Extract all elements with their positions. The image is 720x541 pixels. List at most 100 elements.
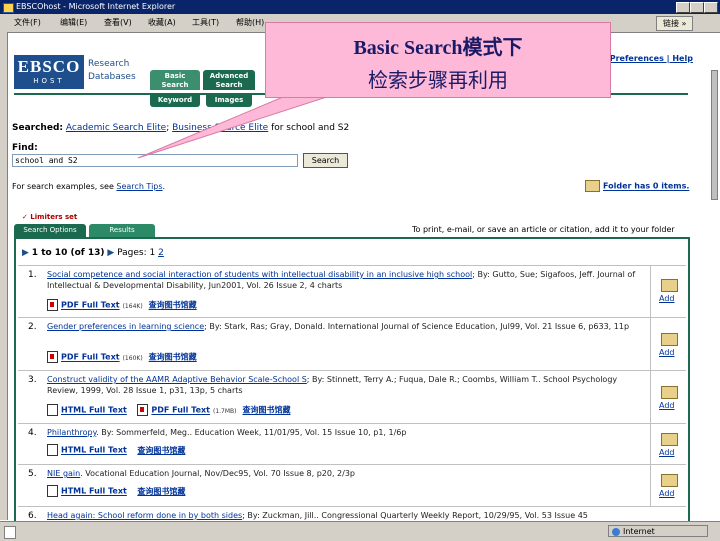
add-column: Add: [650, 424, 687, 465]
result-number: 2.: [28, 322, 37, 332]
logo-bottom-text: HOST: [33, 77, 65, 85]
result-item: 2. Gender preferences in learning scienc…: [18, 317, 686, 371]
top-links[interactable]: | Preferences | Help: [604, 54, 693, 63]
internet-zone: Internet: [608, 525, 708, 537]
result-item: 4. Philanthropy. By: Sommerfeld, Meg.. E…: [18, 423, 686, 465]
result-title-link[interactable]: Head again: School reform done in by bot…: [47, 511, 242, 520]
pdf-icon: [47, 299, 58, 311]
result-item: 6. Head again: School reform done in by …: [18, 506, 686, 522]
add-folder-icon[interactable]: [661, 474, 678, 487]
result-title-link[interactable]: Gender preferences in learning science: [47, 322, 204, 331]
subtab-images[interactable]: Images: [206, 93, 252, 107]
result-title-link[interactable]: Philanthropy: [47, 428, 96, 437]
tab-search-options[interactable]: Search Options: [14, 224, 86, 237]
library-holdings-link[interactable]: 查询图书馆藏: [149, 301, 197, 310]
window-title: EBSCOhost - Microsoft Internet Explorer: [16, 2, 176, 11]
pdf-full-text-link[interactable]: PDF Full Text: [151, 406, 210, 415]
left-frame: [0, 32, 8, 520]
pager: ▶ 1 to 10 (of 13) ▶ Pages: 1 2: [22, 248, 164, 258]
statusbar: Internet: [0, 521, 720, 541]
add-folder-icon[interactable]: [661, 386, 678, 399]
maximize-button[interactable]: [690, 2, 704, 13]
add-to-folder-link[interactable]: Add: [659, 401, 675, 410]
result-title-link[interactable]: Construct validity of the AAMR Adaptive …: [47, 375, 307, 384]
add-column: Add: [650, 318, 687, 371]
add-to-folder-link[interactable]: Add: [659, 489, 675, 498]
links-button[interactable]: 链接 »: [656, 16, 694, 31]
callout-line-1: Basic Search模式下: [353, 37, 523, 59]
html-full-text-link[interactable]: HTML Full Text: [61, 487, 127, 496]
library-holdings-link[interactable]: 查询图书馆藏: [243, 406, 291, 415]
tab-advanced-search[interactable]: Advanced Search: [203, 70, 255, 90]
ie-icon: [3, 3, 14, 13]
result-number: 4.: [28, 428, 37, 438]
find-label: Find:: [12, 143, 38, 153]
result-citation: Philanthropy. By: Sommerfeld, Meg.. Educ…: [47, 428, 407, 437]
result-item: 5. NIE gain. Vocational Education Journa…: [18, 464, 686, 507]
add-column: Add: [650, 266, 687, 318]
add-column: Add: [650, 371, 687, 424]
db-link-academic[interactable]: Academic Search Elite: [66, 123, 166, 133]
menu-file[interactable]: 文件(F): [14, 17, 41, 28]
result-links: HTML Full Text 查询图书馆藏: [47, 485, 185, 497]
page-2-link[interactable]: 2: [158, 248, 164, 258]
scrollbar-thumb[interactable]: [711, 70, 718, 200]
folder-link[interactable]: Folder has 0 items.: [603, 182, 689, 191]
menu-favorites[interactable]: 收藏(A): [148, 17, 176, 28]
search-examples: For search examples, see Search Tips.: [12, 182, 166, 191]
add-folder-icon[interactable]: [661, 433, 678, 446]
add-to-folder-link[interactable]: Add: [659, 448, 675, 457]
add-to-folder-link[interactable]: Add: [659, 294, 675, 303]
menu-help[interactable]: 帮助(H): [236, 17, 264, 28]
result-number: 1.: [28, 270, 37, 280]
result-item: 1. Social competence and social interact…: [18, 265, 686, 318]
next-arrow-icon[interactable]: ▶: [107, 248, 114, 258]
result-links: PDF Full Text (164K) 查询图书馆藏: [47, 299, 197, 311]
result-links: HTML Full Text PDF Full Text (1.7MB) 查询图书馆…: [47, 404, 291, 416]
close-button[interactable]: [704, 2, 718, 13]
result-citation: Construct validity of the AAMR Adaptive …: [47, 375, 618, 395]
menu-view[interactable]: 查看(V): [104, 17, 132, 28]
html-full-text-link[interactable]: HTML Full Text: [61, 446, 127, 455]
limiters-set-label[interactable]: ✓ Limiters set: [22, 213, 77, 221]
search-input[interactable]: [12, 154, 298, 167]
subtab-keyword[interactable]: Keyword: [150, 93, 200, 107]
db-link-business[interactable]: Business Source Elite: [172, 123, 268, 133]
tab-basic-search[interactable]: Basic Search: [150, 70, 200, 90]
result-title-link[interactable]: NIE gain: [47, 469, 80, 478]
ebsco-logo[interactable]: EBSCO HOST: [14, 55, 84, 89]
vertical-scrollbar[interactable]: [710, 32, 720, 520]
tab-results[interactable]: Results: [89, 224, 155, 237]
globe-icon: [612, 528, 620, 536]
add-to-folder-link[interactable]: Add: [659, 348, 675, 357]
minimize-button[interactable]: [676, 2, 690, 13]
html-icon: [47, 444, 58, 456]
menu-tools[interactable]: 工具(T): [192, 17, 219, 28]
search-tips-link[interactable]: Search Tips: [116, 182, 162, 191]
html-full-text-link[interactable]: HTML Full Text: [61, 406, 127, 415]
menu-edit[interactable]: 编辑(E): [60, 17, 87, 28]
result-number: 3.: [28, 375, 37, 385]
library-holdings-link[interactable]: 查询图书馆藏: [137, 487, 185, 496]
pdf-full-text-link[interactable]: PDF Full Text: [61, 353, 120, 362]
add-folder-icon[interactable]: [661, 279, 678, 292]
result-number: 6.: [28, 511, 37, 521]
window-titlebar: EBSCOhost - Microsoft Internet Explorer: [0, 0, 720, 14]
folder-status[interactable]: Folder has 0 items.: [585, 180, 689, 192]
search-button[interactable]: Search: [303, 153, 348, 168]
pdf-icon: [137, 404, 149, 416]
result-citation: Gender preferences in learning science; …: [47, 322, 630, 331]
annotation-callout: Basic Search模式下 检索步骤再利用: [265, 22, 611, 98]
prev-arrow-icon[interactable]: ▶: [22, 248, 29, 258]
research-databases-label: Research Databases: [88, 59, 136, 82]
library-holdings-link[interactable]: 查询图书馆藏: [149, 353, 197, 362]
add-folder-icon[interactable]: [661, 333, 678, 346]
result-citation: Head again: School reform done in by bot…: [47, 511, 588, 520]
html-icon: [47, 404, 58, 416]
result-number: 5.: [28, 469, 37, 479]
library-holdings-link[interactable]: 查询图书馆藏: [137, 446, 185, 455]
pdf-full-text-link[interactable]: PDF Full Text: [61, 301, 120, 310]
searched-line: Searched: Academic Search Elite; Busines…: [12, 123, 350, 133]
result-title-link[interactable]: Social competence and social interaction…: [47, 270, 472, 279]
result-links: PDF Full Text (160K) 查询图书馆藏: [47, 351, 197, 363]
